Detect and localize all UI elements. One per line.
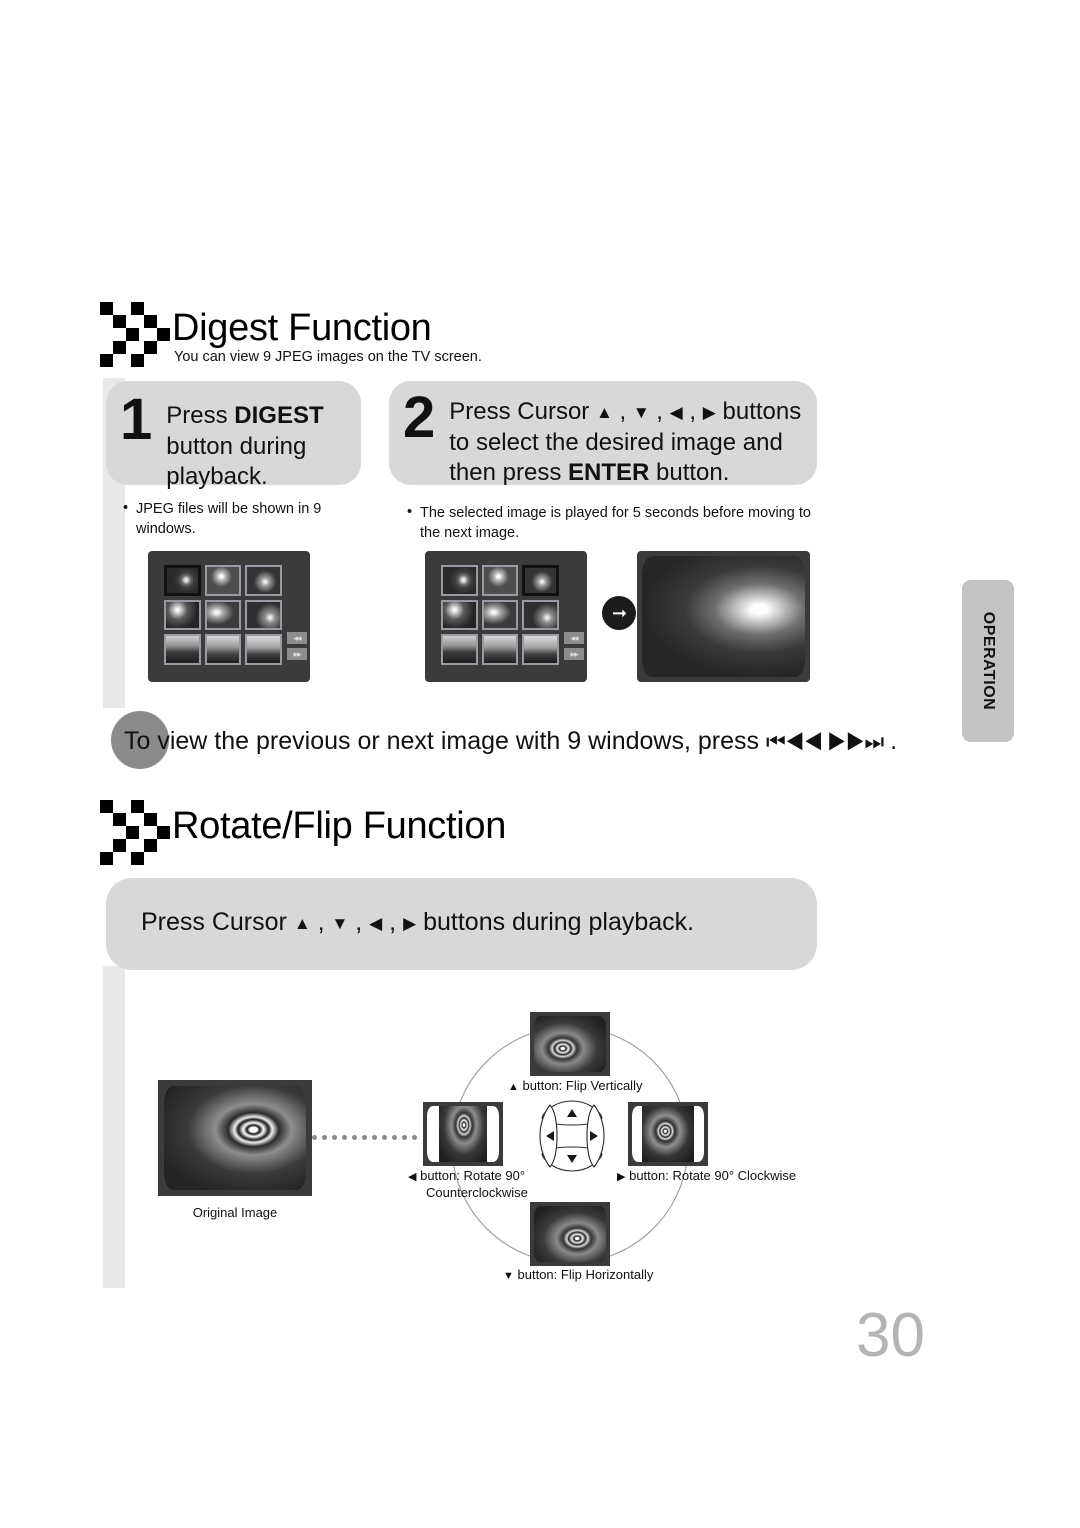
step-2-box: 2 Press Cursor ▲ , ▼ , ◀ , ▶ buttons to …	[389, 381, 817, 486]
caption-rotate-ccw-line1: button: Rotate 90°	[420, 1168, 526, 1183]
digest-section-heading: Digest Function	[98, 300, 432, 367]
dotted-connector	[312, 1135, 422, 1140]
thumbnail-cell[interactable]	[481, 599, 519, 631]
thumbnail-cell[interactable]	[204, 599, 242, 631]
rotate-flip-banner-text: Press Cursor ▲ , ▼ , ◀ , ▶ buttons durin…	[141, 908, 695, 936]
cursor-left-icon: ◀	[669, 403, 683, 422]
page-title-digest: Digest Function	[172, 306, 432, 349]
rotate-cw-photo	[642, 1106, 694, 1162]
enter-button-name: ENTER	[568, 459, 650, 487]
tv-flip-horizontally	[530, 1202, 610, 1266]
grid-nav-buttons-1: ◂◂ ▸▸	[287, 632, 307, 660]
caption-flip-horizontally-text: button: Flip Horizontally	[517, 1267, 654, 1282]
chequer-arrows-icon	[98, 798, 170, 865]
cursor-left-icon: ◀	[408, 1171, 417, 1183]
caption-flip-vertically-text: button: Flip Vertically	[522, 1078, 643, 1093]
tv-rotate-ccw	[423, 1102, 503, 1166]
thumbnail-cell[interactable]	[245, 565, 282, 596]
digest-note-period: .	[890, 727, 898, 755]
step-2-number: 2	[403, 385, 436, 450]
thumbnail-cell[interactable]	[481, 565, 519, 596]
caption-rotate-cw-text: button: Rotate 90° Clockwise	[629, 1168, 797, 1183]
original-image-caption: Original Image	[192, 1205, 278, 1220]
caption-flip-vertically: ▲ button: Flip Vertically	[508, 1078, 642, 1095]
digest-note-body: To view the previous or next image with …	[124, 727, 760, 755]
thumbnail-cell[interactable]	[204, 565, 242, 596]
thumbnail-cell[interactable]	[164, 634, 201, 665]
thumbnail-cell[interactable]	[441, 565, 478, 596]
rotate-ccw-photo	[439, 1106, 487, 1162]
tv-screen-selected-image	[637, 551, 810, 682]
manual-page: Digest Function You can view 9 JPEG imag…	[0, 0, 1080, 1528]
thumbnail-cell[interactable]	[522, 599, 559, 631]
rotate-flip-section-heading: Rotate/Flip Function	[98, 798, 507, 865]
step-2-text: Press Cursor ▲ , ▼ , ◀ , ▶ buttons to se…	[449, 398, 802, 487]
thumbnail-cell[interactable]	[245, 599, 282, 631]
cursor-down-icon: ▼	[331, 914, 349, 933]
step-1-number: 1	[120, 387, 153, 452]
thumbnail-grid-2	[441, 565, 559, 665]
step-1-bullet: JPEG files will be shown in 9 windows.	[123, 499, 366, 539]
page-title-rotate-flip: Rotate/Flip Function	[172, 804, 507, 847]
cursor-down-icon: ▼	[503, 1270, 514, 1282]
thumbnail-grid-1	[164, 565, 282, 665]
caption-rotate-cw: ▶ button: Rotate 90° Clockwise	[617, 1168, 796, 1185]
step-1-text: Press DIGEST button during playback.	[166, 402, 324, 491]
thumbnail-cell[interactable]	[522, 634, 559, 665]
chequer-arrows-icon	[98, 300, 170, 367]
next-page-button[interactable]: ▸▸	[287, 648, 307, 660]
thumbnail-cell[interactable]	[204, 634, 242, 665]
thumbnail-cell[interactable]	[245, 634, 282, 665]
tv-original-image	[158, 1080, 312, 1196]
grid-nav-buttons-2: ◂◂ ▸▸	[564, 632, 584, 660]
prev-page-button[interactable]: ◂◂	[287, 632, 307, 644]
cursor-right-icon: ▶	[617, 1171, 626, 1183]
caption-flip-horizontally: ▼ button: Flip Horizontally	[503, 1267, 653, 1284]
cursor-up-icon: ▲	[508, 1081, 519, 1093]
side-tab-operation: OPERATION	[962, 580, 1014, 742]
thumbnail-cell[interactable]	[441, 599, 478, 631]
digest-note-text: To view the previous or next image with …	[124, 727, 897, 756]
step-2-bullet: The selected image is played for 5 secon…	[407, 503, 830, 543]
left-rail-rotate	[103, 966, 125, 1288]
cursor-up-icon: ▲	[595, 403, 613, 422]
right-arrow-circle-icon: ➞	[602, 596, 636, 630]
flip-vertically-photo	[534, 1016, 606, 1072]
flip-horizontally-photo	[534, 1206, 606, 1262]
cursor-up-icon: ▲	[293, 914, 311, 933]
cursor-left-icon: ◀	[369, 914, 383, 933]
skip-prev-next-icons: ⏮◀◀ ▶▶⏭	[765, 729, 884, 754]
cursor-right-icon: ▶	[702, 403, 716, 422]
thumbnail-cell[interactable]	[441, 634, 478, 665]
page-number: 30	[856, 1301, 925, 1370]
cursor-down-icon: ▼	[632, 403, 650, 422]
next-page-button[interactable]: ▸▸	[564, 648, 584, 660]
thumbnail-cell-selected[interactable]	[522, 565, 559, 596]
thumbnail-cell[interactable]	[164, 565, 201, 596]
tv-rotate-cw	[628, 1102, 708, 1166]
digest-button-name: DIGEST	[234, 402, 324, 429]
tv-screen-digest-grid-1: ◂◂ ▸▸	[148, 551, 310, 682]
selected-image-photo	[642, 556, 805, 677]
digest-subtitle: You can view 9 JPEG images on the TV scr…	[174, 349, 482, 365]
thumbnail-cell[interactable]	[481, 634, 519, 665]
tv-flip-vertically	[530, 1012, 610, 1076]
step-1-box: 1 Press DIGEST button during playback.	[106, 381, 361, 490]
side-tab-label: OPERATION	[980, 611, 997, 711]
tv-screen-digest-grid-2: ◂◂ ▸▸	[425, 551, 587, 682]
thumbnail-cell[interactable]	[164, 599, 201, 631]
prev-page-button[interactable]: ◂◂	[564, 632, 584, 644]
cursor-right-icon: ▶	[403, 914, 417, 933]
dpad-navigation-icon[interactable]	[536, 1096, 608, 1176]
caption-rotate-ccw: ◀ button: Rotate 90° Counterclockwise	[408, 1168, 528, 1202]
original-image-photo	[164, 1086, 306, 1190]
caption-rotate-ccw-line2: Counterclockwise	[426, 1184, 528, 1200]
